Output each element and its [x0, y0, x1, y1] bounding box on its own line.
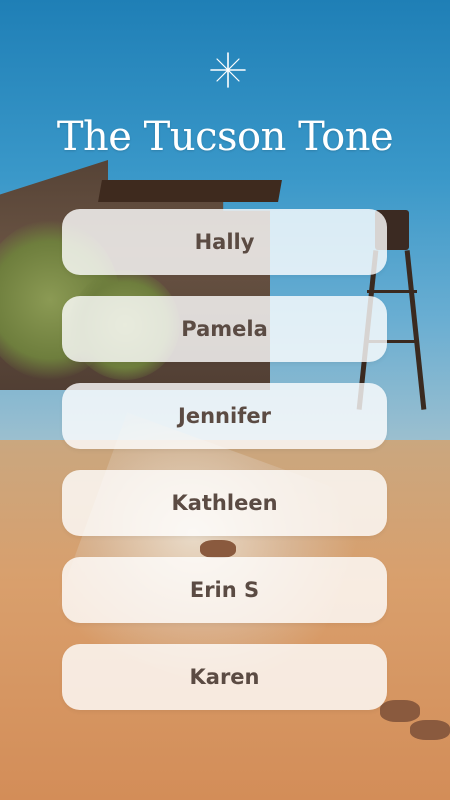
- link-button-erin-s[interactable]: Erin S: [62, 557, 387, 623]
- link-button-kathleen[interactable]: Kathleen: [62, 470, 387, 536]
- link-page: The Tucson Tone Hally Pamela Jennifer Ka…: [0, 0, 450, 800]
- link-label: Erin S: [189, 578, 260, 602]
- link-list: Hally Pamela Jennifer Kathleen Erin S Ka…: [62, 209, 387, 731]
- link-label: Kathleen: [171, 491, 278, 515]
- link-label: Hally: [194, 230, 255, 254]
- link-button-pamela[interactable]: Pamela: [62, 296, 387, 362]
- link-button-karen[interactable]: Karen: [62, 644, 387, 710]
- link-label: Karen: [189, 665, 260, 689]
- link-label: Jennifer: [178, 404, 271, 428]
- link-label: Pamela: [181, 317, 268, 341]
- link-button-jennifer[interactable]: Jennifer: [62, 383, 387, 449]
- sparkle-icon: [210, 52, 246, 88]
- page-title: The Tucson Tone: [56, 114, 394, 160]
- link-button-hally[interactable]: Hally: [62, 209, 387, 275]
